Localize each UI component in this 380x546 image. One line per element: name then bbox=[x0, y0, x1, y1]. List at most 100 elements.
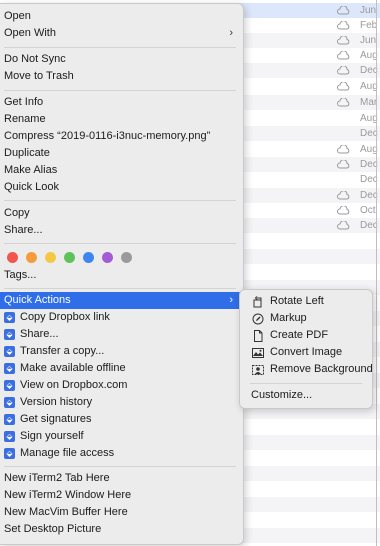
menu-item-make-alias[interactable]: Make Alias bbox=[0, 162, 243, 179]
menu-item-label: Sign yourself bbox=[20, 430, 84, 442]
menu-separator bbox=[4, 90, 236, 91]
quick-actions-submenu: Rotate Left Markup Create PDF Convert Im… bbox=[239, 289, 373, 409]
menu-item-view-on-dropbox[interactable]: ⬙ View on Dropbox.com bbox=[0, 377, 243, 394]
submenu-item-convert-image[interactable]: Convert Image bbox=[240, 344, 372, 361]
menu-separator bbox=[4, 200, 236, 201]
list-date: Jun bbox=[360, 5, 377, 16]
menu-item-copy-dropbox-link[interactable]: ⬙ Copy Dropbox link bbox=[0, 309, 243, 326]
menu-item-manage-file-access[interactable]: ⬙ Manage file access bbox=[0, 445, 243, 462]
menu-item-label: Open bbox=[4, 10, 31, 22]
menu-separator bbox=[4, 47, 236, 48]
dropbox-icon: ⬙ bbox=[4, 363, 15, 374]
menu-item-sign-yourself[interactable]: ⬙ Sign yourself bbox=[0, 428, 243, 445]
menu-item-label: Compress “2019-0116-i3nuc-memory.png” bbox=[4, 130, 211, 142]
submenu-item-label: Rotate Left bbox=[270, 295, 324, 307]
cloud-download-icon bbox=[337, 98, 350, 107]
chevron-right-icon: › bbox=[229, 27, 233, 39]
menu-item-label: Do Not Sync bbox=[4, 53, 66, 65]
submenu-item-create-pdf[interactable]: Create PDF bbox=[240, 327, 372, 344]
menu-item-label: Set Desktop Picture bbox=[4, 523, 102, 535]
dropbox-icon: ⬙ bbox=[4, 346, 15, 357]
cloud-download-icon bbox=[337, 191, 350, 200]
cloud-download-icon bbox=[337, 51, 350, 60]
submenu-item-label: Markup bbox=[270, 312, 307, 324]
menu-item-quick-actions[interactable]: Quick Actions › bbox=[0, 292, 243, 309]
menu-item-transfer-copy[interactable]: ⬙ Transfer a copy... bbox=[0, 343, 243, 360]
tag-color-orange[interactable] bbox=[26, 252, 37, 263]
chevron-right-icon: › bbox=[229, 294, 233, 306]
cloud-download-icon bbox=[337, 82, 350, 91]
cloud-download-icon bbox=[337, 221, 350, 230]
menu-item-label: Open With bbox=[4, 27, 56, 39]
dropbox-icon: ⬙ bbox=[4, 397, 15, 408]
pdf-document-icon bbox=[254, 330, 263, 342]
menu-item-share[interactable]: Share... bbox=[0, 222, 243, 239]
window-edge bbox=[376, 0, 377, 546]
menu-item-label: Share... bbox=[4, 224, 43, 236]
tag-color-gray[interactable] bbox=[121, 252, 132, 263]
convert-image-icon bbox=[252, 348, 264, 358]
menu-item-rename[interactable]: Rename bbox=[0, 111, 243, 128]
tag-color-red[interactable] bbox=[7, 252, 18, 263]
menu-item-do-not-sync[interactable]: Do Not Sync bbox=[0, 51, 243, 68]
cloud-download-icon bbox=[337, 66, 350, 75]
submenu-item-markup[interactable]: Markup bbox=[240, 310, 372, 327]
menu-separator bbox=[4, 466, 236, 467]
dropbox-icon: ⬙ bbox=[4, 448, 15, 459]
menu-item-label: New iTerm2 Window Here bbox=[4, 489, 132, 501]
remove-background-icon bbox=[252, 365, 264, 375]
tag-color-blue[interactable] bbox=[83, 252, 94, 263]
dropbox-icon: ⬙ bbox=[4, 431, 15, 442]
list-date: Mar bbox=[360, 97, 378, 108]
menu-item-new-iterm2-tab[interactable]: New iTerm2 Tab Here bbox=[0, 470, 243, 487]
markup-icon bbox=[252, 313, 264, 325]
menu-item-get-info[interactable]: Get Info bbox=[0, 94, 243, 111]
menu-item-make-available-offline[interactable]: ⬙ Make available offline bbox=[0, 360, 243, 377]
tag-color-green[interactable] bbox=[64, 252, 75, 263]
submenu-item-label: Convert Image bbox=[270, 346, 343, 358]
menu-item-copy[interactable]: Copy bbox=[0, 205, 243, 222]
menu-item-set-desktop-picture[interactable]: Set Desktop Picture bbox=[0, 521, 243, 538]
menu-item-move-to-trash[interactable]: Move to Trash bbox=[0, 68, 243, 85]
tag-color-purple[interactable] bbox=[102, 252, 113, 263]
menu-item-label: Tags... bbox=[4, 269, 37, 281]
menu-item-compress[interactable]: Compress “2019-0116-i3nuc-memory.png” bbox=[0, 128, 243, 145]
menu-item-label: Get signatures bbox=[20, 413, 92, 425]
menu-separator bbox=[250, 383, 362, 384]
cloud-download-icon bbox=[337, 206, 350, 215]
list-date: Feb bbox=[360, 20, 378, 31]
dropbox-icon: ⬙ bbox=[4, 329, 15, 340]
menu-separator bbox=[4, 288, 236, 289]
menu-item-label: Copy bbox=[4, 207, 30, 219]
menu-item-label: New MacVim Buffer Here bbox=[4, 506, 128, 518]
menu-item-label: Rename bbox=[4, 113, 46, 125]
context-menu: Open Open With › Do Not Sync Move to Tra… bbox=[0, 3, 244, 545]
menu-item-label: Move to Trash bbox=[4, 70, 74, 82]
menu-item-duplicate[interactable]: Duplicate bbox=[0, 145, 243, 162]
menu-item-label: Make available offline bbox=[20, 362, 126, 374]
menu-item-new-macvim-buffer[interactable]: New MacVim Buffer Here bbox=[0, 504, 243, 521]
menu-item-quick-look[interactable]: Quick Look bbox=[0, 179, 243, 196]
menu-item-get-signatures[interactable]: ⬙ Get signatures bbox=[0, 411, 243, 428]
menu-item-open-with[interactable]: Open With › bbox=[0, 25, 243, 42]
cloud-download-icon bbox=[337, 36, 350, 45]
tag-color-yellow[interactable] bbox=[45, 252, 56, 263]
menu-item-tags[interactable]: Tags... bbox=[0, 267, 243, 284]
menu-item-open[interactable]: Open bbox=[0, 8, 243, 25]
submenu-item-label: Create PDF bbox=[270, 329, 329, 341]
dropbox-icon: ⬙ bbox=[4, 414, 15, 425]
submenu-item-customize[interactable]: Customize... bbox=[240, 387, 372, 404]
rotate-left-icon bbox=[253, 296, 262, 308]
menu-item-label: New iTerm2 Tab Here bbox=[4, 472, 110, 484]
submenu-item-remove-background[interactable]: Remove Background bbox=[240, 361, 373, 378]
menu-item-label: Share... bbox=[20, 328, 59, 340]
menu-item-dropbox-share[interactable]: ⬙ Share... bbox=[0, 326, 243, 343]
dropbox-icon: ⬙ bbox=[4, 312, 15, 323]
menu-item-label: Make Alias bbox=[4, 164, 58, 176]
menu-item-label: Quick Look bbox=[4, 181, 60, 193]
menu-item-new-iterm2-window[interactable]: New iTerm2 Window Here bbox=[0, 487, 243, 504]
submenu-item-rotate-left[interactable]: Rotate Left bbox=[240, 293, 372, 310]
menu-item-version-history[interactable]: ⬙ Version history bbox=[0, 394, 243, 411]
cloud-download-icon bbox=[337, 145, 350, 154]
menu-item-label: View on Dropbox.com bbox=[20, 379, 128, 391]
